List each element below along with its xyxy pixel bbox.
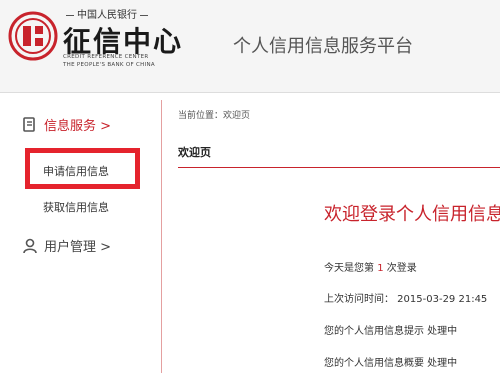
login-suffix: 次登录: [386, 263, 417, 274]
status-line-2: 您的个人信用信息概要 处理中: [324, 358, 458, 369]
welcome-title: 欢迎登录个人信用信息: [324, 204, 500, 225]
login-prefix: 今天是您第: [324, 263, 374, 274]
breadcrumb: 当前位置：欢迎页: [178, 111, 251, 121]
document-icon: [23, 116, 35, 132]
sidebar-item-user-management[interactable]: 用户管理 >: [22, 236, 111, 255]
last-visit-text: 上次访问时间： 2015-03-29 21:45: [324, 294, 488, 305]
highlight-annotation: [25, 148, 140, 189]
login-count-text: 今天是您第 1 次登录: [324, 259, 417, 274]
status-line-1: 您的个人信用信息提示 处理中: [324, 326, 458, 337]
logo-top-text: 中国人民银行: [63, 6, 151, 21]
content-divider: [161, 100, 162, 373]
sidebar-item-label: 信息服务 >: [44, 119, 112, 134]
sidebar-subitem-get[interactable]: 获取信用信息: [43, 199, 109, 215]
login-count: 1: [377, 263, 384, 274]
platform-title: 个人信用信息服务平台: [233, 36, 413, 57]
user-icon: [23, 238, 37, 253]
logo-en-line1: CREDIT REFERENCE CENTER: [63, 54, 149, 60]
page-header: 中国人民银行 征信中心 CREDIT REFERENCE CENTER THE …: [0, 0, 500, 93]
seal-logo-icon: [8, 11, 58, 61]
sidebar-item-label: 用户管理 >: [44, 240, 112, 255]
logo-en-line2: THE PEOPLE'S BANK OF CHINA: [63, 62, 155, 68]
section-divider: [178, 167, 500, 168]
section-title: 欢迎页: [178, 146, 211, 159]
sidebar-item-info-service[interactable]: 信息服务 >: [22, 115, 111, 134]
